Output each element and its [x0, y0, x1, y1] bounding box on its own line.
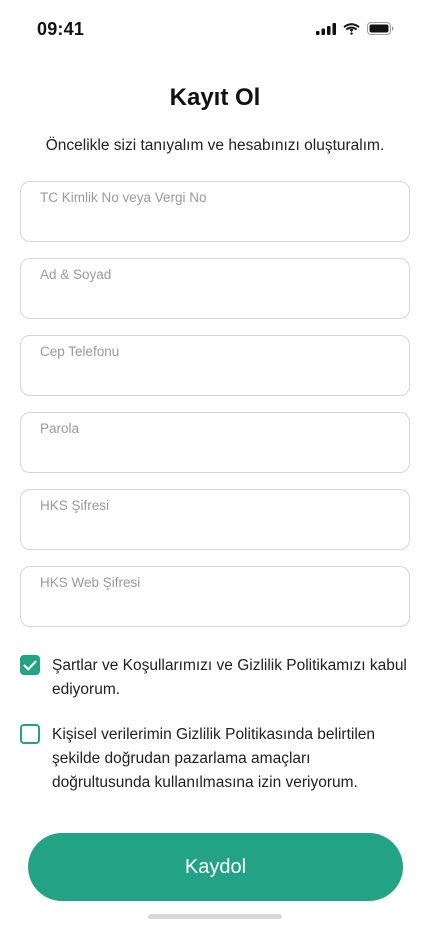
- signal-icon: [316, 22, 336, 35]
- hks-web-password-field[interactable]: HKS Web Şifresi: [20, 566, 410, 627]
- status-bar: 09:41: [0, 0, 430, 60]
- status-icons: [316, 22, 394, 35]
- hks-web-password-input[interactable]: [39, 595, 395, 619]
- tc-or-tax-number-input[interactable]: [39, 210, 395, 234]
- field-label: Parola: [40, 421, 80, 436]
- hks-password-input[interactable]: [39, 518, 395, 542]
- marketing-consent-row[interactable]: Kişisel verilerimin Gizlilik Politikasın…: [20, 723, 410, 795]
- page-subtitle: Öncelikle sizi tanıyalım ve hesabınızı o…: [45, 137, 385, 154]
- full-name-field[interactable]: Ad & Soyad: [20, 258, 410, 319]
- checkmark-icon: [23, 660, 37, 670]
- hks-password-field[interactable]: HKS Şifresi: [20, 489, 410, 550]
- phone-field[interactable]: Cep Telefonu: [20, 335, 410, 396]
- home-indicator: [148, 914, 282, 919]
- terms-checkbox[interactable]: [20, 655, 40, 675]
- field-label: Ad & Soyad: [40, 267, 112, 282]
- marketing-checkbox[interactable]: [20, 724, 40, 744]
- full-name-input[interactable]: [39, 287, 395, 311]
- register-button[interactable]: Kaydol: [28, 833, 403, 901]
- field-label: HKS Şifresi: [40, 498, 110, 513]
- battery-icon: [367, 22, 394, 35]
- wifi-icon: [343, 22, 360, 35]
- password-field[interactable]: Parola: [20, 412, 410, 473]
- marketing-consent-text: Kişisel verilerimin Gizlilik Politikasın…: [52, 726, 376, 791]
- phone-input[interactable]: [39, 364, 395, 388]
- page-title: Kayıt Ol: [169, 84, 261, 111]
- password-input[interactable]: [39, 441, 395, 465]
- field-label: TC Kimlik No veya Vergi No: [40, 190, 207, 205]
- terms-consent-row[interactable]: Şartlar ve Koşullarımızı ve Gizlilik Pol…: [20, 654, 410, 702]
- tc-or-tax-number-field[interactable]: TC Kimlik No veya Vergi No: [20, 181, 410, 242]
- field-label: HKS Web Şifresi: [40, 575, 141, 590]
- terms-consent-text: Şartlar ve Koşullarımızı ve Gizlilik Pol…: [52, 657, 407, 698]
- status-time: 09:41: [37, 19, 85, 39]
- field-label: Cep Telefonu: [40, 344, 120, 359]
